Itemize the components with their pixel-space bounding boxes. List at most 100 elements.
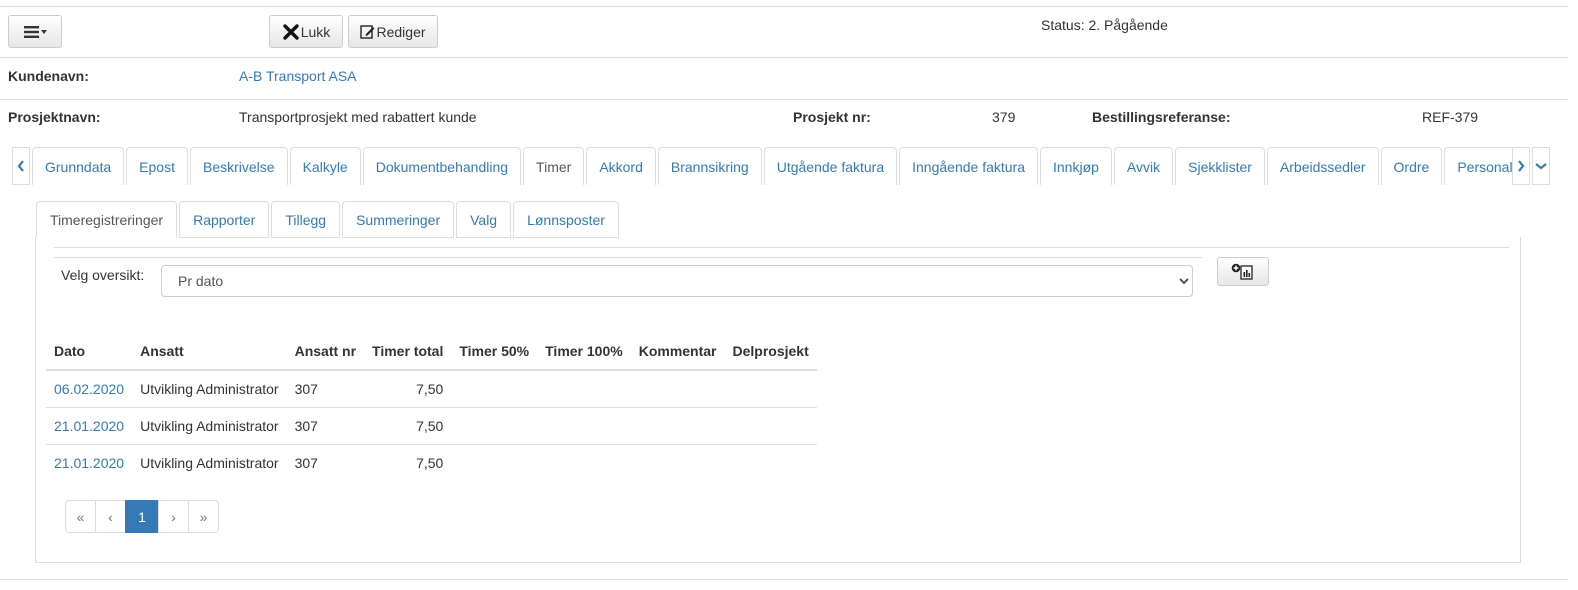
- filter-top-line: [54, 257, 1202, 258]
- last-page-button[interactable]: »: [188, 500, 219, 533]
- tabs-scroll-left-button[interactable]: [12, 147, 30, 185]
- date-link[interactable]: 21.01.2020: [46, 444, 133, 481]
- panel-top-line: [54, 247, 1509, 248]
- tab-innkj-p[interactable]: Innkjøp: [1040, 147, 1112, 185]
- cell-kommentar: [630, 444, 725, 481]
- cell-timer-50: [451, 370, 537, 408]
- order-ref-value: REF-379: [1422, 109, 1479, 125]
- tab-kalkyle[interactable]: Kalkyle: [289, 147, 361, 185]
- subtab-rapporter[interactable]: Rapporter: [179, 201, 270, 238]
- tab-beskrivelse[interactable]: Beskrivelse: [189, 147, 288, 185]
- cell-delprosjekt: [725, 370, 817, 408]
- customer-link[interactable]: A-B Transport ASA: [239, 68, 357, 84]
- chevron-right-icon: [1518, 160, 1525, 172]
- bottom-divider: [0, 579, 1568, 580]
- subtab-timeregistreringer[interactable]: Timeregistreringer: [36, 201, 178, 238]
- column-header-ansatt[interactable]: Ansatt: [132, 333, 287, 371]
- column-header-timer-total[interactable]: Timer total: [364, 333, 452, 371]
- add-report-button[interactable]: [1217, 257, 1269, 286]
- tab-sjekklister[interactable]: Sjekklister: [1175, 147, 1265, 185]
- cell-timer-100: [537, 407, 631, 445]
- chevron-down-icon: [1535, 163, 1547, 170]
- column-header-ansatt-nr[interactable]: Ansatt nr: [286, 333, 365, 371]
- tab-brannsikring[interactable]: Brannsikring: [657, 147, 762, 185]
- subtab-tillegg[interactable]: Tillegg: [271, 201, 341, 238]
- cell-timer-50: [451, 444, 538, 481]
- overview-label: Velg oversikt:: [61, 267, 145, 283]
- edit-button[interactable]: Rediger: [348, 15, 438, 48]
- tab-arbeidssedler[interactable]: Arbeidssedler: [1266, 147, 1379, 185]
- project-name-value: Transportprosjekt med rabattert kunde: [239, 109, 477, 125]
- main-tabs-viewport: Grunndata Epost Beskrivelse Kalkyle Dokument…: [32, 147, 1522, 185]
- hamburger-icon: [24, 25, 47, 38]
- edit-button-label: Rediger: [376, 23, 426, 40]
- current-page-button[interactable]: 1: [125, 500, 159, 533]
- cell-timer-50: [451, 407, 538, 445]
- close-button-label: Lukk: [300, 23, 331, 40]
- tab-innga-ende-faktura[interactable]: Inngående faktura: [899, 147, 1038, 185]
- sub-tabs: Timeregistreringer Rapporter Tillegg Summer…: [36, 201, 621, 238]
- tabs-scroll-right-button[interactable]: [1512, 147, 1530, 185]
- tab-ordre[interactable]: Ordre: [1380, 147, 1443, 185]
- edit-icon: [360, 25, 375, 39]
- cell-ansatt: Utvikling Administrator: [132, 444, 287, 481]
- cell-timer-100: [537, 370, 631, 408]
- date-link[interactable]: 06.02.2020: [46, 370, 132, 408]
- table-header-row: Dato Ansatt Ansatt nr Timer total Timer 50% T…: [46, 333, 817, 371]
- first-page-button[interactable]: «: [65, 500, 96, 533]
- column-header-timer-50[interactable]: Timer 50%: [451, 333, 538, 371]
- cell-timer-total: 7,50: [364, 444, 452, 481]
- column-header-dato[interactable]: Dato: [46, 333, 133, 371]
- cell-delprosjekt: [724, 407, 817, 445]
- order-ref-label: Bestillingsreferanse:: [1092, 109, 1231, 125]
- prev-page-button[interactable]: ‹: [95, 500, 126, 533]
- tab-epost[interactable]: Epost: [126, 147, 188, 185]
- column-header-delprosjekt[interactable]: Delprosjekt: [724, 333, 817, 371]
- main-tab-bar: Grunndata Epost Beskrivelse Kalkyle Dokument…: [12, 147, 1552, 185]
- cell-kommentar: [630, 407, 725, 445]
- close-button[interactable]: Lukk: [269, 15, 343, 48]
- project-status: Status: 2. Pågående: [1041, 17, 1168, 33]
- cell-ansatt-nr: 307: [286, 407, 365, 445]
- chevron-left-icon: [17, 160, 24, 172]
- divider: [0, 57, 1568, 58]
- cell-kommentar: [631, 370, 725, 408]
- cell-timer-total: 7,50: [364, 407, 452, 445]
- cell-ansatt: Utvikling Administrator: [140, 381, 279, 397]
- tabs-dropdown-button[interactable]: [1532, 147, 1550, 185]
- customer-label: Kundenavn:: [8, 68, 89, 84]
- subtab-l-nnsposter[interactable]: Lønnsposter: [513, 201, 619, 238]
- subtab-summeringer[interactable]: Summeringer: [342, 201, 455, 238]
- top-divider: [0, 6, 1568, 7]
- project-name-label: Prosjektnavn:: [8, 109, 101, 125]
- tab-akkord[interactable]: Akkord: [586, 147, 656, 185]
- tab-dokumentbehandling[interactable]: Dokumentbehandling: [362, 147, 522, 185]
- project-nr-label: Prosjekt nr:: [793, 109, 871, 125]
- table-row: 06.02.2020 Utvikling Administrator 307 7,50: [46, 370, 817, 408]
- overview-select[interactable]: Pr dato: [161, 265, 1193, 297]
- close-icon: [283, 23, 299, 40]
- project-nr-value: 379: [992, 109, 1016, 125]
- column-header-kommentar[interactable]: Kommentar: [630, 333, 725, 371]
- tab-personalliste[interactable]: Personalliste: [1444, 147, 1522, 185]
- cell-ansatt-nr: 307: [286, 444, 365, 481]
- main-tabs: Grunndata Epost Beskrivelse Kalkyle Dokument…: [32, 147, 1522, 185]
- next-page-button[interactable]: ›: [158, 500, 189, 533]
- add-document-icon: [1231, 263, 1253, 280]
- cell-ansatt: Utvikling Administrator: [132, 407, 287, 445]
- cell-delprosjekt: [724, 444, 817, 481]
- tab-grunndata[interactable]: Grunndata: [32, 147, 125, 185]
- table-row: 21.01.2020 Utvikling Administrator 307 7,50: [46, 444, 817, 481]
- tab-timer[interactable]: Timer: [523, 147, 585, 185]
- subtab-valg[interactable]: Valg: [456, 201, 512, 238]
- column-header-timer-100[interactable]: Timer 100%: [537, 333, 631, 371]
- date-link[interactable]: 21.01.2020: [46, 407, 133, 445]
- pagination: « ‹ 1 › »: [65, 500, 219, 533]
- tab-utga-ende-faktura[interactable]: Utgående faktura: [763, 147, 898, 185]
- cell-ansatt-nr: 307: [294, 381, 318, 397]
- tab-avvik[interactable]: Avvik: [1113, 147, 1174, 185]
- cell-timer-total: 7,50: [416, 381, 444, 397]
- table-body: 06.02.2020 Utvikling Administrator 307 7,50…: [46, 370, 817, 481]
- main-menu-button[interactable]: [8, 15, 62, 48]
- time-entries-table: Dato Ansatt Ansatt nr Timer total Timer 50% T…: [46, 333, 817, 481]
